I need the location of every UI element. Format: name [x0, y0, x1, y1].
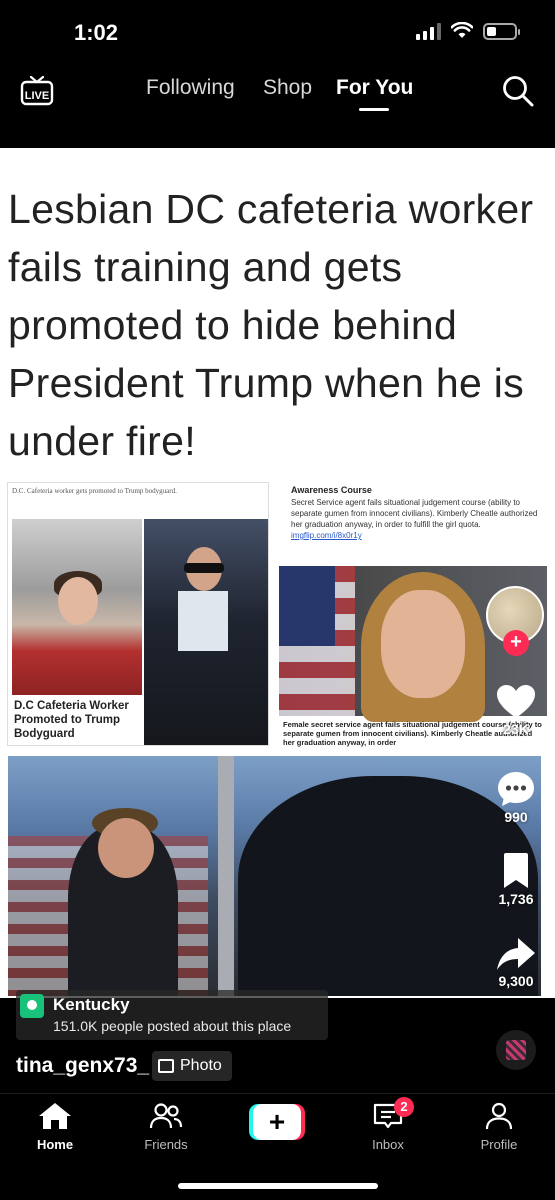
share-button[interactable]: 9,300 — [484, 936, 548, 989]
tab-for-you[interactable]: For You — [336, 76, 413, 100]
post-image[interactable]: Lesbian DC cafeteria worker fails traini… — [0, 148, 555, 998]
post-headline: Lesbian DC cafeteria worker fails traini… — [8, 186, 534, 464]
nav-friends[interactable]: Friends — [126, 1102, 206, 1152]
comment-button[interactable]: 990 — [484, 770, 548, 825]
location-tag[interactable]: Kentucky 151.0K people posted about this… — [16, 990, 328, 1040]
right-panel-link: imgflip.com/i/8x0r1y — [291, 531, 362, 540]
tab-shop[interactable]: Shop — [263, 76, 312, 100]
comment-icon — [498, 772, 534, 806]
active-tab-indicator — [359, 108, 389, 111]
inbox-badge: 2 — [394, 1097, 414, 1117]
location-subtitle: 151.0K people posted about this place — [53, 1018, 292, 1034]
home-icon — [39, 1103, 71, 1129]
tab-following[interactable]: Following — [146, 76, 235, 100]
home-indicator[interactable] — [178, 1183, 378, 1189]
like-count: 23K — [503, 721, 529, 737]
share-count: 9,300 — [498, 973, 534, 989]
save-button[interactable]: 1,736 — [484, 852, 548, 907]
location-pin-icon — [20, 994, 44, 1018]
bodyguard-photo — [144, 519, 268, 745]
battery-icon — [483, 22, 520, 40]
like-button[interactable]: 23K — [484, 684, 548, 737]
left-panel-caption: D.C. Cafeteria worker gets promoted to T… — [12, 487, 177, 495]
top-nav: LIVE Following Shop For You — [0, 64, 555, 124]
rally-photo — [8, 756, 541, 996]
heart-icon — [497, 685, 535, 718]
save-count: 1,736 — [498, 891, 534, 907]
nav-home[interactable]: Home — [15, 1102, 95, 1152]
nav-profile-label: Profile — [480, 1137, 518, 1152]
location-name: Kentucky — [53, 995, 130, 1014]
wifi-icon — [451, 22, 473, 38]
nav-inbox[interactable]: 2 Inbox — [348, 1097, 428, 1152]
status-icons — [416, 22, 520, 40]
photo-badge-label: Photo — [180, 1057, 222, 1074]
nav-profile[interactable]: Profile — [459, 1102, 539, 1152]
search-icon[interactable] — [501, 74, 535, 108]
signal-icon — [416, 22, 441, 40]
right-panel-text: Secret Service agent fails situational j… — [291, 497, 543, 541]
left-panel-label: D.C Cafeteria Worker Promoted to Trump B… — [14, 700, 129, 740]
plus-icon: + — [253, 1104, 301, 1140]
live-icon[interactable]: LIVE — [20, 74, 54, 106]
live-label: LIVE — [25, 90, 49, 102]
photo-icon — [158, 1059, 174, 1073]
bookmark-icon — [504, 853, 528, 888]
friends-icon — [149, 1103, 183, 1129]
right-panel-heading: Awareness Course — [291, 485, 372, 495]
create-button[interactable]: + — [249, 1104, 305, 1140]
share-icon — [497, 938, 535, 970]
right-panel-body: Secret Service agent fails situational j… — [291, 498, 538, 529]
nav-friends-label: Friends — [144, 1137, 188, 1152]
author-username[interactable]: tina_genx73_ — [16, 1054, 149, 1078]
cafeteria-worker-photo — [12, 519, 142, 695]
nav-inbox-label: Inbox — [372, 1137, 404, 1152]
status-bar: 1:02 — [0, 0, 555, 64]
sound-disc-icon[interactable] — [496, 1030, 536, 1070]
comment-count: 990 — [504, 809, 528, 825]
nav-home-label: Home — [36, 1137, 74, 1152]
follow-button[interactable]: + — [503, 630, 529, 656]
photo-badge: Photo — [152, 1051, 232, 1081]
profile-icon — [485, 1102, 513, 1130]
meme-panel-left: D.C. Cafeteria worker gets promoted to T… — [7, 482, 269, 746]
status-time: 1:02 — [74, 20, 119, 45]
